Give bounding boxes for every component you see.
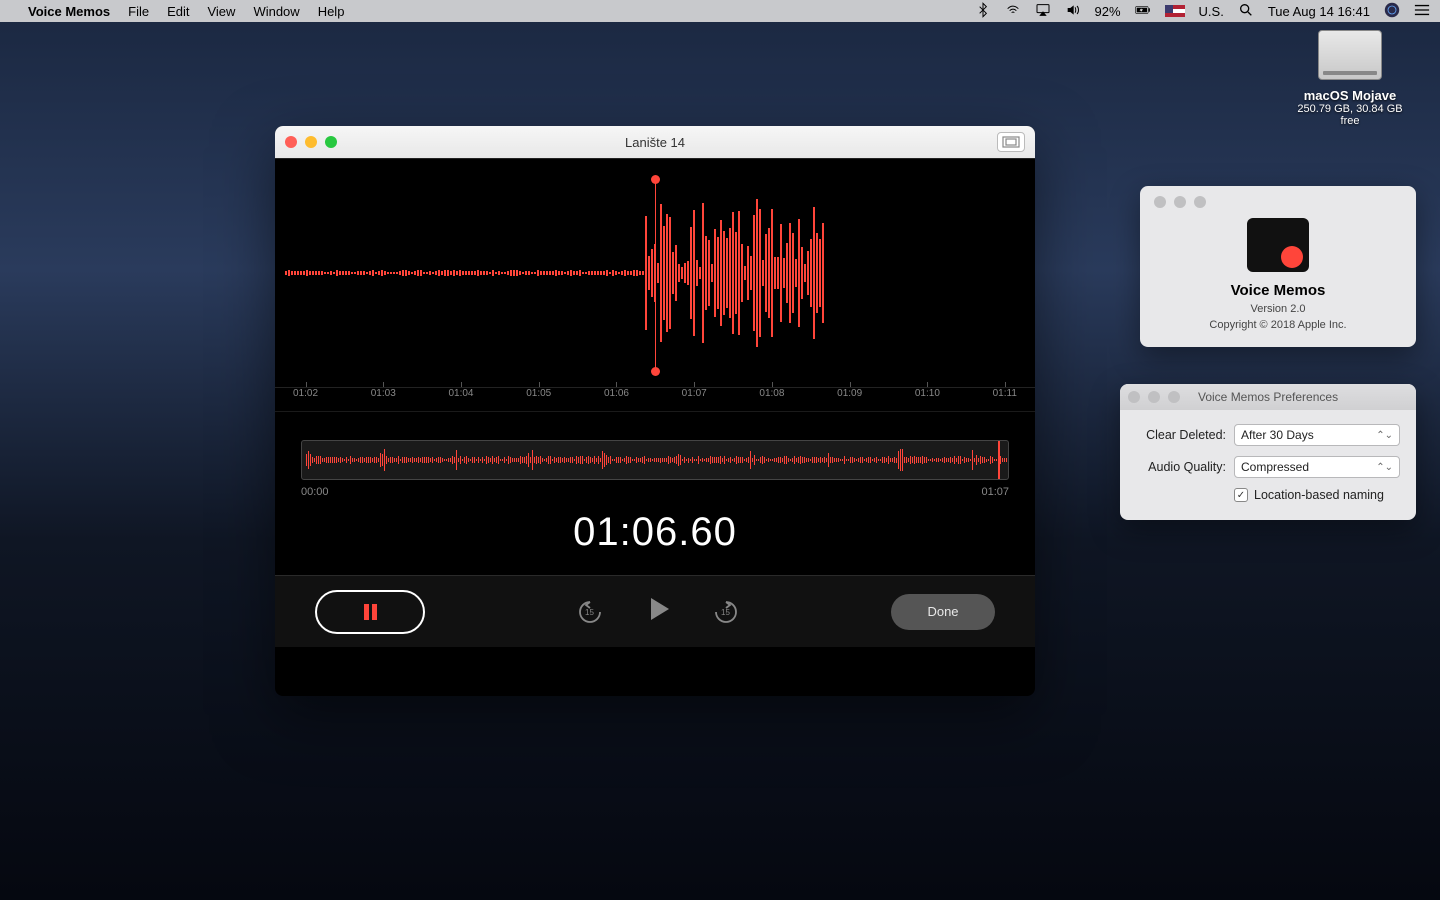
app-menu[interactable]: Voice Memos — [28, 4, 110, 19]
window-close-button[interactable] — [1128, 391, 1140, 403]
tick: 01:10 — [915, 388, 940, 411]
audio-quality-label: Audio Quality: — [1136, 460, 1226, 474]
menu-help[interactable]: Help — [318, 4, 345, 19]
tick: 01:02 — [293, 388, 318, 411]
elapsed-time: 01:06.60 — [275, 510, 1035, 555]
skip-forward-button[interactable]: 15 — [713, 599, 739, 625]
notification-center-icon[interactable] — [1414, 2, 1430, 21]
window-minimize-button[interactable] — [1174, 196, 1186, 208]
drive-icon — [1318, 30, 1382, 80]
battery-icon[interactable] — [1135, 2, 1151, 21]
chevron-updown-icon: ⌃⌄ — [1376, 462, 1393, 473]
menu-edit[interactable]: Edit — [167, 4, 189, 19]
prefs-title: Voice Memos Preferences — [1198, 390, 1338, 404]
bluetooth-icon[interactable] — [975, 2, 991, 21]
about-app-name: Voice Memos — [1154, 282, 1402, 299]
clear-deleted-select[interactable]: After 30 Days ⌃⌄ — [1234, 424, 1400, 446]
window-close-button[interactable] — [1154, 196, 1166, 208]
volume-icon[interactable] — [1065, 2, 1081, 21]
window-minimize-button[interactable] — [1148, 391, 1160, 403]
siri-icon[interactable] — [1384, 2, 1400, 21]
preferences-window: Voice Memos Preferences Clear Deleted: A… — [1120, 384, 1416, 520]
menu-view[interactable]: View — [207, 4, 235, 19]
wifi-icon[interactable] — [1005, 2, 1021, 21]
window-zoom-button[interactable] — [325, 136, 337, 148]
location-naming-checkbox[interactable]: ✓ — [1234, 488, 1248, 502]
window-close-button[interactable] — [285, 136, 297, 148]
locale-label: U.S. — [1199, 4, 1224, 19]
desktop-drive[interactable]: macOS Mojave 250.79 GB, 30.84 GB free — [1290, 30, 1410, 127]
about-window: Voice Memos Version 2.0 Copyright © 2018… — [1140, 186, 1416, 347]
about-copyright: Copyright © 2018 Apple Inc. — [1154, 319, 1402, 331]
prefs-titlebar[interactable]: Voice Memos Preferences — [1120, 384, 1416, 410]
input-source-icon[interactable] — [1165, 5, 1185, 17]
window-minimize-button[interactable] — [305, 136, 317, 148]
overview-end-time: 01:07 — [981, 486, 1009, 498]
tick: 01:03 — [371, 388, 396, 411]
pause-record-button[interactable] — [315, 590, 425, 634]
play-button[interactable] — [643, 594, 673, 629]
window-zoom-button[interactable] — [1168, 391, 1180, 403]
spotlight-icon[interactable] — [1238, 2, 1254, 21]
skip-back-button[interactable]: 15 — [577, 599, 603, 625]
battery-percent[interactable]: 92% — [1095, 4, 1121, 19]
tick: 01:06 — [604, 388, 629, 411]
drive-stats: 250.79 GB, 30.84 GB free — [1290, 103, 1410, 127]
voice-memos-window: Lanište 14 01:02 01:03 01:04 01:05 01:06… — [275, 126, 1035, 696]
overview-track[interactable] — [301, 440, 1009, 480]
menu-file[interactable]: File — [128, 4, 149, 19]
clock[interactable]: Tue Aug 14 16:41 — [1268, 4, 1370, 19]
drive-name: macOS Mojave — [1290, 88, 1410, 103]
clear-deleted-label: Clear Deleted: — [1136, 428, 1226, 442]
tick: 01:08 — [759, 388, 784, 411]
menu-window[interactable]: Window — [253, 4, 299, 19]
tick: 01:09 — [837, 388, 862, 411]
tick: 01:11 — [993, 388, 1017, 411]
tick: 01:07 — [682, 388, 707, 411]
tick: 01:05 — [526, 388, 551, 411]
waveform-display[interactable] — [275, 158, 1035, 388]
overview-start-time: 00:00 — [301, 486, 329, 498]
tick: 01:04 — [448, 388, 473, 411]
menu-bar: Voice Memos File Edit View Window Help 9… — [0, 0, 1440, 22]
done-button[interactable]: Done — [891, 594, 995, 630]
playhead[interactable] — [655, 179, 656, 372]
chevron-updown-icon: ⌃⌄ — [1376, 430, 1393, 441]
audio-quality-select[interactable]: Compressed ⌃⌄ — [1234, 456, 1400, 478]
location-naming-label: Location-based naming — [1254, 488, 1384, 502]
airplay-icon[interactable] — [1035, 2, 1051, 21]
window-zoom-button[interactable] — [1194, 196, 1206, 208]
trim-button[interactable] — [997, 132, 1025, 152]
window-title: Lanište 14 — [625, 135, 685, 150]
control-bar: 15 15 Done — [275, 575, 1035, 647]
overview-playhead[interactable] — [998, 441, 1000, 479]
timeline-ruler[interactable]: 01:02 01:03 01:04 01:05 01:06 01:07 01:0… — [275, 388, 1035, 412]
window-titlebar[interactable]: Lanište 14 — [275, 126, 1035, 158]
overview-panel: 00:00 01:07 — [301, 440, 1009, 498]
app-icon — [1247, 218, 1309, 272]
about-version: Version 2.0 — [1154, 303, 1402, 315]
